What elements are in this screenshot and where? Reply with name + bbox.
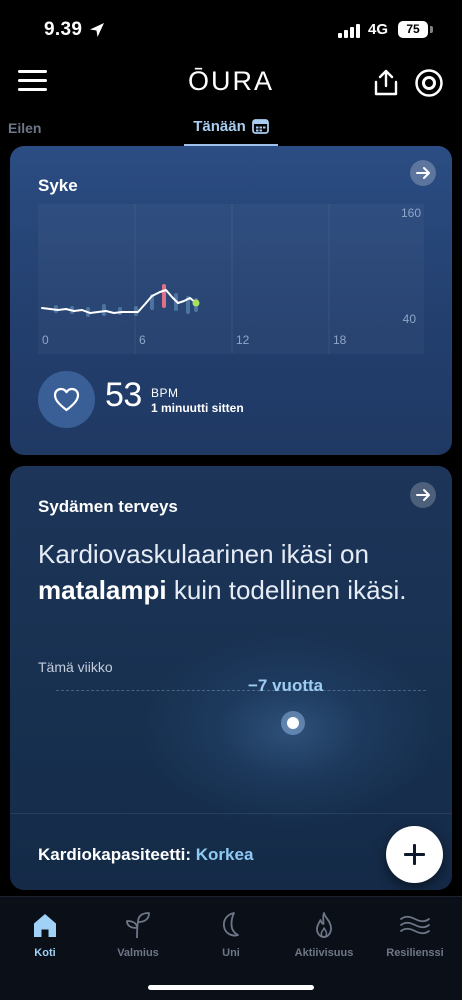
heart-rate-latest-point bbox=[192, 299, 200, 307]
sprout-icon bbox=[126, 912, 150, 939]
heart-health-headline: Kardiovaskulaarinen ikäsi on matalampi k… bbox=[38, 536, 428, 608]
heart-rate-bar bbox=[102, 304, 106, 316]
home-indicator bbox=[148, 985, 314, 990]
status-bar: 9.39 4G 75 bbox=[0, 0, 462, 58]
cardio-capacity: Kardiokapasiteetti: Korkea bbox=[38, 845, 253, 865]
nav-item-uni[interactable]: Uni bbox=[186, 909, 276, 959]
y-axis-top-label: 160 bbox=[401, 206, 421, 220]
nav-label: Uni bbox=[222, 947, 240, 959]
network-type: 4G bbox=[368, 21, 389, 38]
tab-yesterday[interactable]: Eilen bbox=[8, 120, 41, 136]
share-icon[interactable] bbox=[372, 68, 400, 98]
headline-part2: kuin todellinen ikäsi. bbox=[166, 575, 407, 605]
x-tick-12: 12 bbox=[236, 333, 250, 347]
ring-icon[interactable] bbox=[414, 68, 444, 98]
headline-part1: Kardiovaskulaarinen ikäsi on bbox=[38, 539, 369, 569]
tab-today-label: Tänään bbox=[193, 117, 246, 135]
app-header: ŌURA bbox=[0, 58, 462, 110]
age-reference-line bbox=[56, 690, 426, 691]
heart-rate-updated: 1 minuutti sitten bbox=[151, 401, 244, 415]
status-time: 9.39 bbox=[44, 19, 83, 40]
y-axis-bottom-label: 40 bbox=[403, 312, 417, 326]
heart-rate-unit: BPM bbox=[151, 386, 179, 400]
cellular-signal-icon bbox=[338, 24, 360, 38]
location-arrow-icon bbox=[90, 23, 104, 37]
headline-emphasis: matalampi bbox=[38, 575, 167, 605]
nav-label: Aktiivisuus bbox=[294, 947, 354, 959]
heart-rate-value: 53 bbox=[105, 376, 142, 414]
heart-health-card[interactable]: Sydämen terveys Kardiovaskulaarinen ikäs… bbox=[10, 466, 452, 890]
x-tick-6: 6 bbox=[139, 333, 146, 347]
battery-tip bbox=[430, 26, 433, 33]
heart-rate-card[interactable]: Syke 160 40 0 6 12 18 53 BPM 1 minuutti … bbox=[10, 146, 452, 455]
week-label: Tämä viikko bbox=[38, 659, 113, 675]
tab-today[interactable]: Tänään bbox=[184, 112, 278, 146]
add-button[interactable] bbox=[386, 826, 443, 883]
heart-rate-bar bbox=[118, 307, 122, 315]
calendar-icon bbox=[251, 119, 269, 134]
date-tabs: Eilen Tänään bbox=[0, 112, 462, 146]
cardio-capacity-label: Kardiokapasiteetti: bbox=[38, 845, 196, 864]
cardio-capacity-value: Korkea bbox=[195, 845, 254, 864]
nav-item-resilienssi[interactable]: Resilienssi bbox=[370, 909, 460, 959]
moon-icon bbox=[222, 912, 239, 937]
age-difference-label: −7 vuotta bbox=[248, 676, 324, 695]
nav-item-aktiivisuus[interactable]: Aktiivisuus bbox=[279, 909, 369, 959]
nav-item-valmius[interactable]: Valmius bbox=[93, 909, 183, 959]
heart-badge bbox=[38, 371, 95, 428]
heart-rate-bar bbox=[162, 284, 166, 308]
home-icon bbox=[34, 914, 56, 937]
nav-label: Koti bbox=[34, 947, 56, 959]
waves-icon bbox=[400, 915, 430, 935]
arrow-right-icon[interactable] bbox=[410, 482, 436, 508]
heart-icon bbox=[53, 387, 80, 412]
heart-rate-chart: 160 40 0 6 12 18 bbox=[41, 204, 421, 354]
flame-icon bbox=[316, 912, 332, 938]
cardio-age-point bbox=[281, 711, 305, 735]
x-tick-18: 18 bbox=[333, 333, 347, 347]
divider bbox=[10, 813, 452, 814]
x-tick-0: 0 bbox=[42, 333, 49, 347]
heart-health-title: Sydämen terveys bbox=[38, 497, 178, 516]
battery-icon: 75 bbox=[398, 21, 428, 38]
nav-item-koti[interactable]: Koti bbox=[0, 909, 90, 959]
nav-label: Resilienssi bbox=[386, 947, 444, 959]
nav-label: Valmius bbox=[117, 947, 159, 959]
